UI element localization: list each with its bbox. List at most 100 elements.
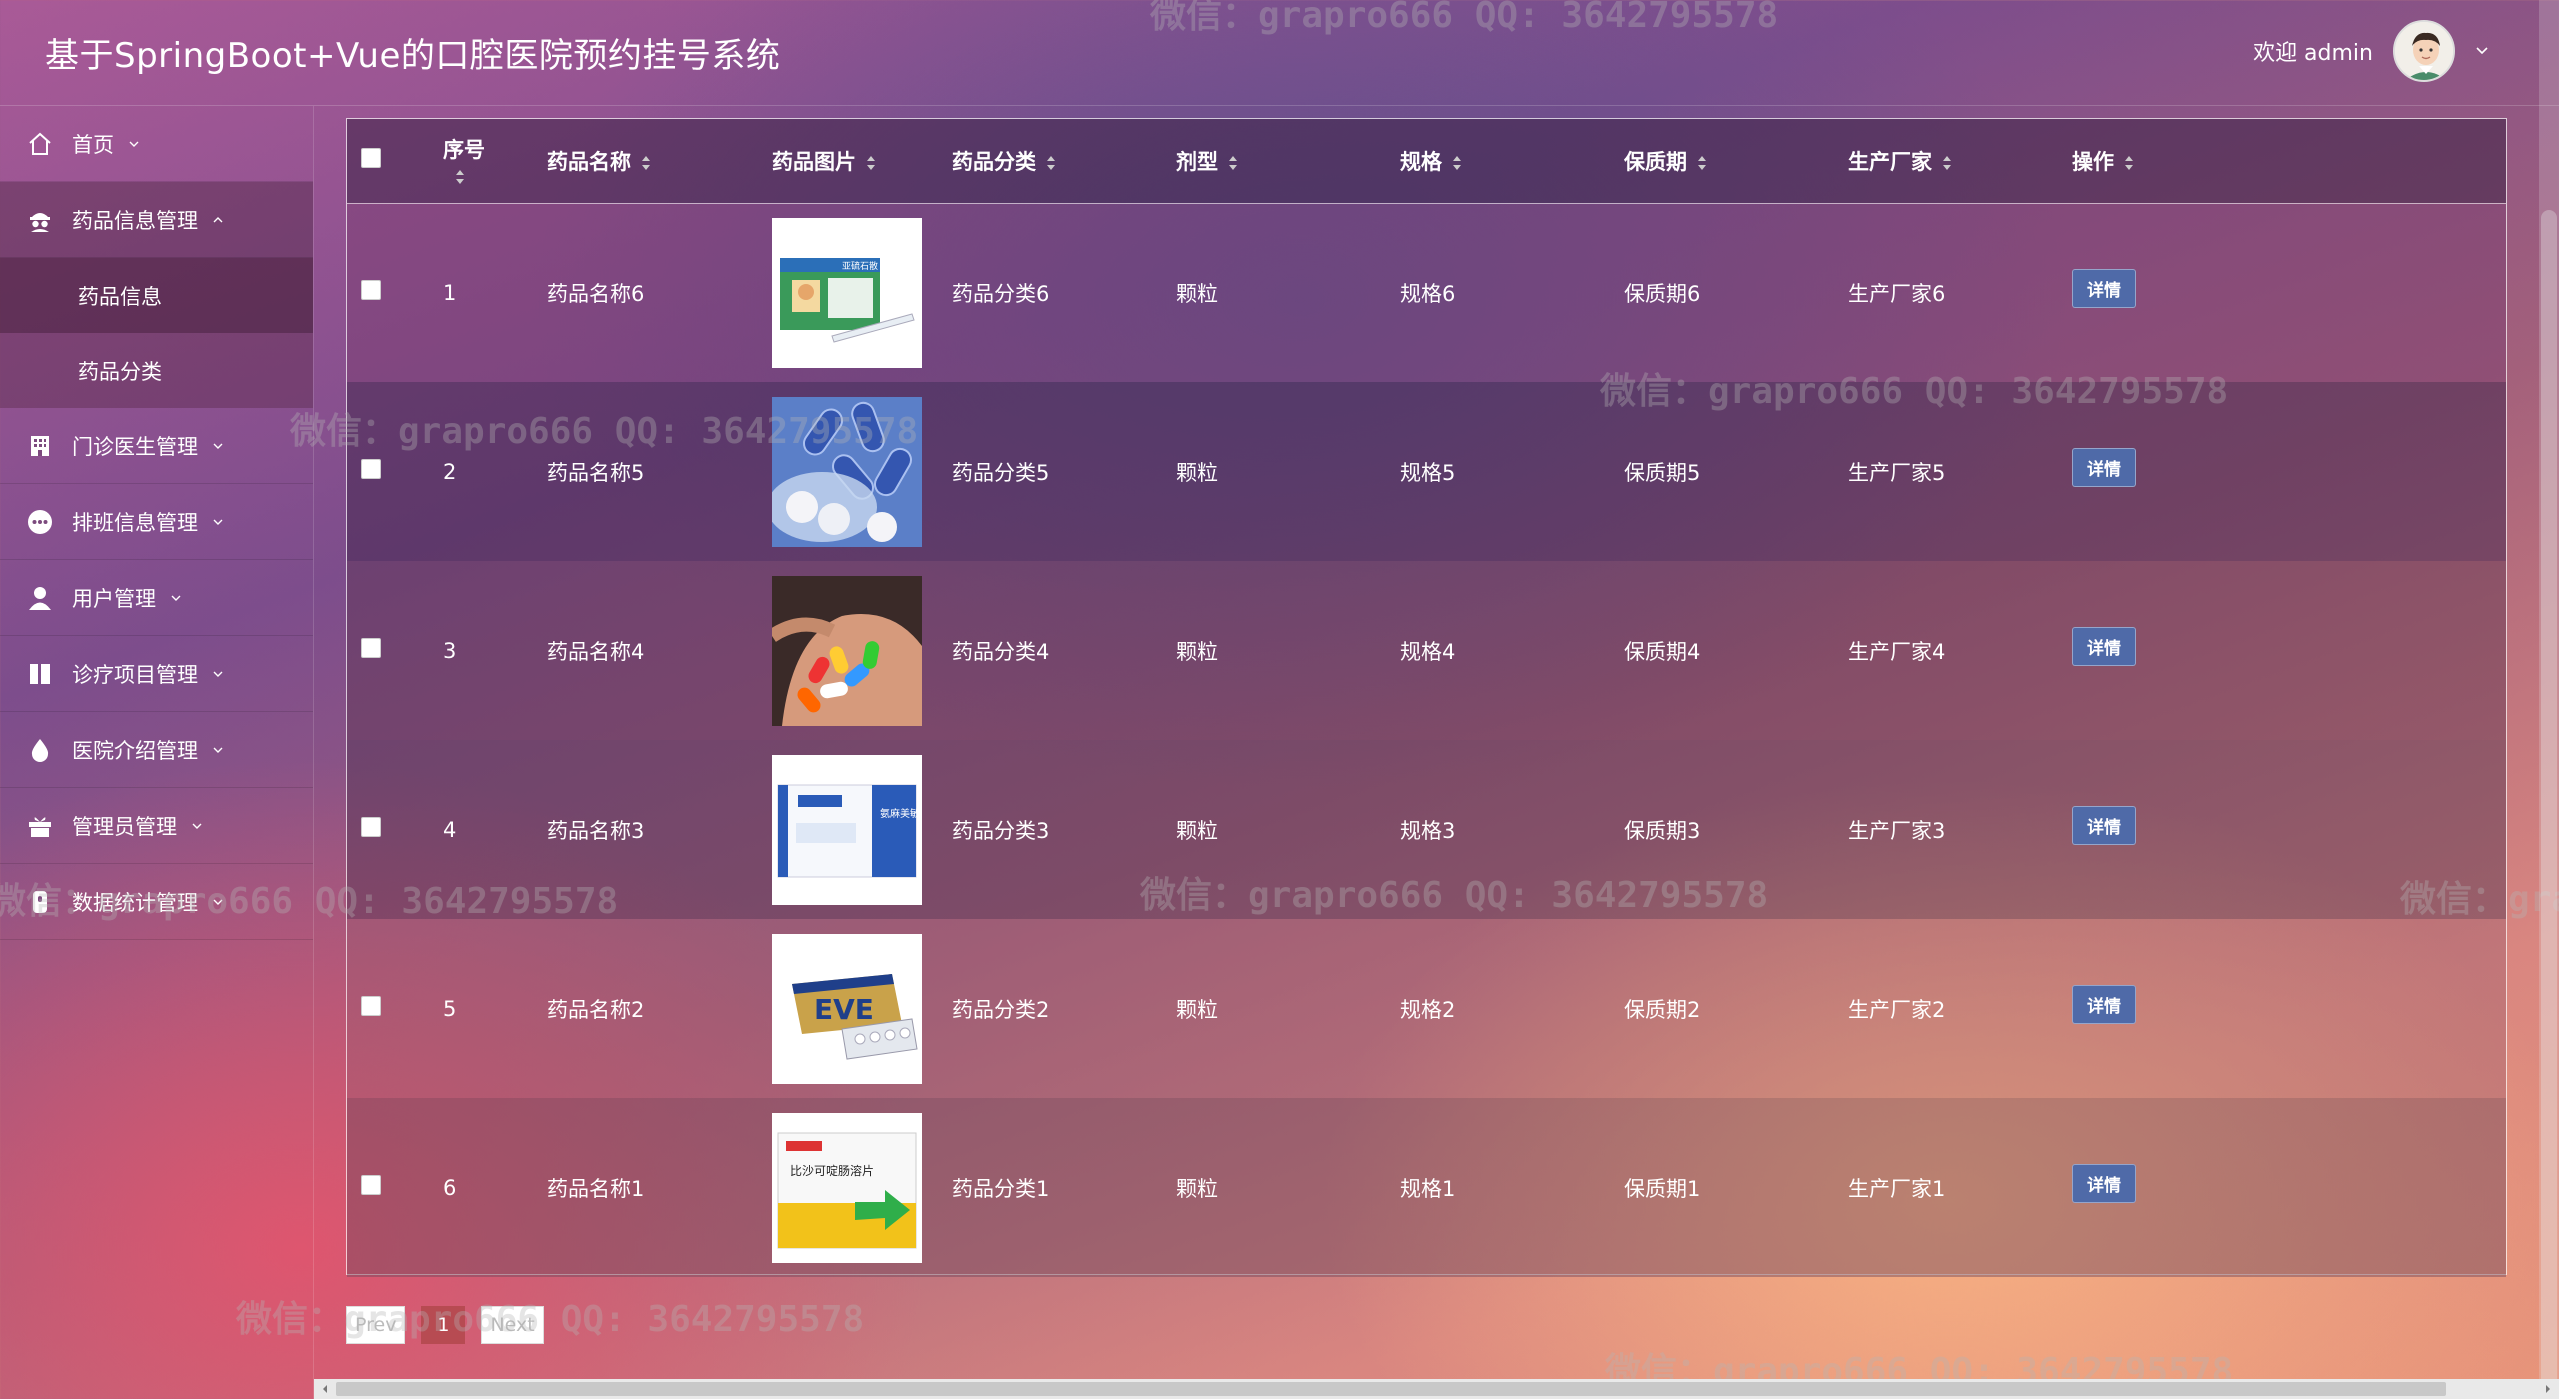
header-no[interactable]: 序号 [443,119,547,203]
header-drug-category[interactable]: 药品分类 [952,119,1176,203]
detail-button[interactable]: 详情 [2072,806,2136,845]
header-label: 药品图片 [772,149,856,174]
scroll-thumb[interactable] [2541,210,2557,1390]
row-checkbox[interactable] [361,817,381,837]
cell-drug-name: 药品名称5 [547,460,645,485]
detail-button[interactable]: 详情 [2072,627,2136,666]
detail-button[interactable]: 详情 [2072,448,2136,487]
row-checkbox[interactable] [361,1175,381,1195]
gift-icon [26,812,54,840]
sidebar-item-drug-management[interactable]: 药品信息管理 [0,182,313,258]
chevron-down-icon [129,141,139,147]
cell-manufacturer: 生产厂家5 [1848,460,1946,485]
sidebar-item-label: 用户管理 [72,586,156,611]
sidebar-item-admin-management[interactable]: 管理员管理 [0,788,313,864]
sort-icon[interactable] [1044,152,1058,174]
sort-icon[interactable] [1695,152,1709,174]
sidebar-item-label: 医院介绍管理 [72,738,198,763]
header-label: 规格 [1400,149,1442,174]
scroll-thumb[interactable] [336,1382,2446,1396]
header-label: 保质期 [1624,149,1687,174]
cell-spec: 规格6 [1400,281,1456,306]
sidebar-subitem-drug-info[interactable]: 药品信息 [0,258,313,333]
table-row: 2 药品名称5 药品分类5 颗粒 规格5 保质期5 生产厂家5 详情 [347,382,2506,561]
chevron-down-icon[interactable] [2475,44,2489,58]
image-caption: 氨麻美敏片 [880,807,922,820]
row-checkbox[interactable] [361,280,381,301]
sort-icon[interactable] [864,152,878,174]
row-checkbox[interactable] [361,996,381,1016]
book-icon [26,660,54,688]
cell-shelf-life: 保质期4 [1624,639,1701,664]
row-checkbox[interactable] [361,638,381,658]
chevron-down-icon [213,519,223,525]
cell-category: 药品分类1 [952,1176,1050,1201]
sidebar-item-label: 药品信息管理 [72,208,198,233]
drug-image[interactable] [772,396,922,547]
cell-shelf-life: 保质期1 [1624,1176,1701,1201]
avatar-face-icon [2395,22,2453,80]
header-dosage-form[interactable]: 剂型 [1176,119,1400,203]
header-manufacturer[interactable]: 生产厂家 [1848,119,2072,203]
drug-image[interactable]: 比沙可啶肠溶片 [772,1112,922,1263]
table-row: 1 药品名称6 亚硫石散 药品分类6 颗粒 规格6 保质期6 生产厂家6 详情 [347,203,2506,382]
detail-button[interactable]: 详情 [2072,985,2136,1024]
user-icon [26,584,54,612]
cell-category: 药品分类5 [952,460,1050,485]
sidebar-subitem-drug-category[interactable]: 药品分类 [0,333,313,408]
chevron-down-icon [171,595,181,601]
cell-no: 6 [443,1175,457,1200]
sort-icon[interactable] [1940,152,1954,174]
header-drug-name[interactable]: 药品名称 [547,119,772,203]
sort-icon[interactable] [453,166,467,188]
cell-form: 颗粒 [1176,818,1218,843]
table-row: 4 药品名称3 氨麻美敏片 药品分类3 颗粒 规格3 保质期 [347,740,2506,919]
cell-drug-name: 药品名称3 [547,818,645,843]
cell-form: 颗粒 [1176,460,1218,485]
sidebar-item-treatment-management[interactable]: 诊疗项目管理 [0,636,313,712]
header-drug-image[interactable]: 药品图片 [772,119,952,203]
select-all-checkbox[interactable] [361,148,381,169]
cell-no: 4 [443,817,457,842]
scroll-right-icon[interactable] [2541,1382,2555,1396]
cell-category: 药品分类6 [952,281,1050,306]
phone-icon [26,888,54,916]
user-area[interactable]: 欢迎 admin [2253,20,2489,82]
header-spec[interactable]: 规格 [1400,119,1624,203]
sort-icon[interactable] [639,152,653,174]
sidebar-item-statistics-management[interactable]: 数据统计管理 [0,864,313,940]
sidebar-item-hospital-intro-management[interactable]: 医院介绍管理 [0,712,313,788]
sort-icon[interactable] [1450,152,1464,174]
detail-button[interactable]: 详情 [2072,1164,2136,1203]
vertical-scrollbar[interactable] [2539,0,2559,1399]
avatar[interactable] [2393,20,2455,82]
cell-drug-name: 药品名称1 [547,1176,645,1201]
header-actions[interactable]: 操作 [2072,119,2506,203]
sidebar-item-schedule-management[interactable]: 排班信息管理 [0,484,313,560]
drug-image[interactable]: 亚硫石散 [772,217,922,368]
chevron-down-icon [192,823,202,829]
sidebar-item-home[interactable]: 首页 [0,106,313,182]
building-icon [26,432,54,460]
cell-manufacturer: 生产厂家4 [1848,639,1946,664]
cell-no: 2 [443,459,457,484]
sidebar-item-user-management[interactable]: 用户管理 [0,560,313,636]
sort-icon[interactable] [2122,152,2136,174]
next-page-button[interactable]: Next [481,1306,544,1344]
sort-icon[interactable] [1226,152,1240,174]
sidebar-item-doctor-management[interactable]: 门诊医生管理 [0,408,313,484]
sidebar-item-label: 首页 [72,132,114,157]
page-number-button[interactable]: 1 [421,1306,466,1344]
drug-image[interactable] [772,575,922,726]
row-checkbox[interactable] [361,459,381,479]
header-shelf-life[interactable]: 保质期 [1624,119,1848,203]
detail-button[interactable]: 详情 [2072,269,2136,309]
prev-page-button[interactable]: Prev [346,1306,406,1344]
sidebar-item-label: 诊疗项目管理 [72,662,198,687]
drug-image[interactable]: EVE [772,933,922,1084]
horizontal-scrollbar[interactable] [314,1379,2559,1399]
cell-shelf-life: 保质期3 [1624,818,1701,843]
drug-image[interactable]: 氨麻美敏片 [772,754,922,905]
scroll-left-icon[interactable] [318,1382,332,1396]
table-header-row: 序号 药品名称 药品图片 药品分类 剂型 规格 保质期 生产厂家 操作 [347,119,2506,203]
